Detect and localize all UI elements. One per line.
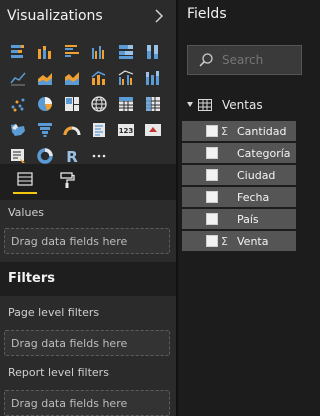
field-item-fecha[interactable]: Fecha — [182, 187, 296, 207]
visualizations-title: Visualizations — [7, 8, 103, 24]
treemap-icon[interactable] — [58, 92, 85, 116]
field-list: Σ Cantidad Categoría Ciudad Fecha País Σ… — [182, 121, 296, 253]
field-label: Venta — [237, 234, 269, 248]
100-column-icon[interactable] — [139, 40, 166, 64]
svg-text:R: R — [66, 148, 78, 165]
fields-title: Fields — [187, 6, 227, 22]
fields-grid-icon — [17, 172, 33, 186]
ribbon-chart-icon[interactable] — [139, 66, 166, 90]
sigma-icon: Σ — [221, 234, 228, 248]
clustered-column-icon[interactable] — [85, 40, 112, 64]
field-label: Cantidad — [237, 124, 287, 138]
field-item-venta[interactable]: Σ Venta — [182, 231, 296, 251]
kpi-icon[interactable] — [139, 118, 166, 142]
stacked-area-icon[interactable] — [58, 66, 85, 90]
filled-map-icon[interactable] — [4, 118, 31, 142]
field-label: País — [237, 212, 259, 226]
funnel-icon[interactable] — [31, 118, 58, 142]
field-label: Categoría — [237, 146, 291, 160]
tab-format[interactable] — [55, 166, 79, 194]
search-icon — [199, 53, 213, 67]
checkbox[interactable] — [206, 147, 218, 159]
field-item-cantidad[interactable]: Σ Cantidad — [182, 121, 296, 141]
report-level-filters-label: Report level filters — [8, 366, 109, 379]
line-column-icon[interactable] — [85, 66, 112, 90]
checkbox[interactable] — [206, 169, 218, 181]
visualizations-header: Visualizations — [0, 0, 176, 32]
globe-map-icon[interactable] — [85, 92, 112, 116]
field-well-tabs — [0, 164, 176, 200]
table-name: Ventas — [222, 98, 263, 112]
line-clustered-column-icon[interactable] — [112, 66, 139, 90]
area-chart-icon[interactable] — [31, 66, 58, 90]
clustered-bar-icon[interactable] — [58, 40, 85, 64]
checkbox[interactable] — [206, 125, 218, 137]
visualizations-pane: Visualizations 123 R Values Drag data fi… — [0, 0, 176, 416]
filters-title: Filters — [8, 271, 55, 286]
checkbox[interactable] — [206, 235, 218, 247]
stacked-column-icon[interactable] — [31, 40, 58, 64]
field-item-pais[interactable]: País — [182, 209, 296, 229]
gauge-icon[interactable] — [58, 118, 85, 142]
line-chart-icon[interactable] — [4, 66, 31, 90]
pie-icon[interactable] — [31, 92, 58, 116]
svg-text:123: 123 — [118, 127, 133, 135]
field-item-ciudad[interactable]: Ciudad — [182, 165, 296, 185]
card-icon[interactable]: 123 — [112, 118, 139, 142]
filters-header: Filters — [0, 262, 176, 296]
report-filters-drop-zone[interactable]: Drag data fields here — [4, 390, 170, 416]
expand-triangle-icon[interactable] — [186, 100, 198, 110]
field-item-categoria[interactable]: Categoría — [182, 143, 296, 163]
checkbox[interactable] — [206, 213, 218, 225]
table-icon[interactable] — [112, 92, 139, 116]
stacked-bar-icon[interactable] — [4, 40, 31, 64]
matrix-icon[interactable] — [139, 92, 166, 116]
100-bar-icon[interactable] — [112, 40, 139, 64]
scatter-icon[interactable] — [4, 92, 31, 116]
paint-roller-icon — [60, 172, 75, 188]
checkbox[interactable] — [206, 191, 218, 203]
values-label: Values — [8, 206, 44, 219]
chevron-right-icon[interactable] — [152, 9, 166, 23]
page-filters-drop-zone[interactable]: Drag data fields here — [4, 330, 170, 356]
visualization-gallery: 123 R — [4, 40, 166, 170]
table-node-ventas[interactable]: Ventas — [186, 96, 263, 114]
search-input[interactable] — [222, 53, 282, 67]
table-icon — [198, 99, 212, 111]
page-level-filters-label: Page level filters — [8, 306, 100, 319]
tab-fields[interactable] — [13, 166, 37, 194]
values-drop-zone[interactable]: Drag data fields here — [4, 228, 170, 254]
field-label: Ciudad — [237, 168, 276, 182]
search-box[interactable] — [187, 45, 302, 75]
fields-pane: Fields Ventas Σ Cantidad Categoría Ciuda… — [178, 0, 302, 416]
sigma-icon: Σ — [221, 124, 228, 138]
field-label: Fecha — [237, 190, 270, 204]
multi-row-card-icon[interactable] — [85, 118, 112, 142]
